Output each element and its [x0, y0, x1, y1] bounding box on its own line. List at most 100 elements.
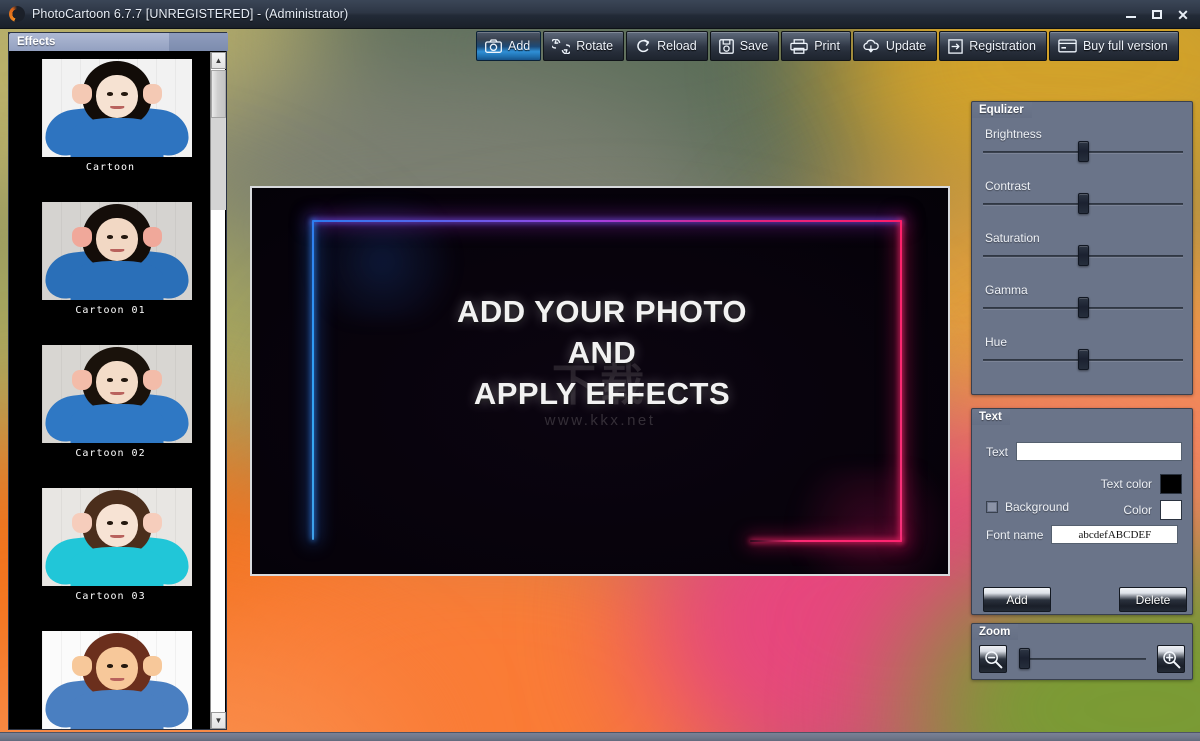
effect-list-item[interactable]: Cartoon 01 [10, 195, 211, 338]
effects-scrollbar[interactable]: ▲ ▼ [210, 52, 225, 729]
application-window: PhotoCartoon 6.7.7 [UNREGISTERED] - (Adm… [0, 0, 1200, 741]
scrollbar-thumb[interactable] [211, 70, 226, 118]
buy-full-version-button-label: Buy full version [1083, 39, 1168, 53]
slider-track-brightness[interactable] [983, 150, 1183, 154]
zoom-slider[interactable] [1016, 657, 1146, 661]
neon-line-bottom [750, 540, 902, 542]
add-button-label: Add [508, 39, 530, 53]
effects-panel-title: Effects [9, 36, 55, 48]
cloud-download-icon [862, 39, 880, 54]
save-button-label: Save [740, 39, 769, 53]
neon-line-left [312, 220, 314, 540]
text-panel: Text Text Text color Background Color Fo… [971, 408, 1193, 615]
add-text-button-label: Add [1006, 593, 1027, 607]
print-button[interactable]: Print [781, 31, 851, 61]
effect-list-item[interactable]: Cartoon 02 [10, 338, 211, 481]
neon-line-top [312, 220, 902, 222]
zoom-in-button[interactable] [1157, 645, 1185, 673]
neon-frame-graphic [252, 188, 948, 574]
printer-icon [790, 39, 808, 54]
text-panel-title: Text [979, 411, 1002, 423]
zoom-panel-header: Zoom [972, 624, 1018, 640]
add-button[interactable]: Add [476, 31, 541, 61]
title-bar: PhotoCartoon 6.7.7 [UNREGISTERED] - (Adm… [0, 0, 1200, 29]
reload-button-label: Reload [657, 39, 697, 53]
effect-thumbnail[interactable] [42, 345, 192, 443]
slider-thumb-gamma[interactable] [1078, 297, 1089, 318]
equalizer-panel: Equlizer BrightnessContrastSaturationGam… [971, 101, 1193, 395]
effect-list-item[interactable]: Cartoon [10, 52, 211, 195]
photocartoon-logo-icon [9, 6, 25, 22]
add-text-button[interactable]: Add [983, 587, 1051, 612]
background-checkbox-row: Background [986, 500, 1086, 514]
background-checkbox[interactable] [986, 501, 998, 513]
magnifier-plus-icon [1162, 650, 1181, 669]
close-icon: ✕ [1177, 8, 1189, 22]
effect-list-item[interactable] [10, 624, 211, 729]
floppy-disk-icon [719, 39, 734, 54]
registration-button[interactable]: Registration [939, 31, 1047, 61]
text-input[interactable] [1016, 442, 1182, 461]
save-button[interactable]: Save [710, 31, 780, 61]
text-color-swatch[interactable] [1160, 474, 1182, 494]
main-toolbar: Add Rotate Reload [476, 31, 1179, 61]
slider-track-gamma[interactable] [983, 306, 1183, 310]
scrollbar-track[interactable] [211, 118, 226, 210]
zoom-panel-title: Zoom [979, 626, 1010, 638]
font-name-preview[interactable]: abcdefABCDEF [1051, 525, 1178, 544]
rotate-button[interactable]: Rotate [543, 31, 624, 61]
background-color-row: Color [1088, 500, 1182, 520]
text-input-row: Text [986, 442, 1182, 461]
update-button[interactable]: Update [853, 31, 937, 61]
image-canvas[interactable]: 下载 www.kkx.net ADD YOUR PHOTO AND APPLY … [250, 186, 950, 576]
zoom-slider-track[interactable] [1026, 658, 1146, 660]
rotate-left-icon [552, 39, 570, 54]
background-color-swatch[interactable] [1160, 500, 1182, 520]
reload-button[interactable]: Reload [626, 31, 708, 61]
effect-label: Cartoon 02 [10, 448, 211, 459]
neon-glow-bottomright [772, 468, 950, 576]
status-bar [0, 732, 1200, 741]
print-button-label: Print [814, 39, 840, 53]
neon-line-right [900, 220, 902, 542]
zoom-slider-thumb[interactable] [1019, 648, 1030, 669]
equalizer-panel-header: Equlizer [972, 102, 1032, 118]
buy-full-version-button[interactable]: Buy full version [1049, 31, 1179, 61]
close-button[interactable]: ✕ [1170, 4, 1196, 26]
slider-label-saturation: Saturation [985, 231, 1040, 245]
slider-track-contrast[interactable] [983, 202, 1183, 206]
font-name-row: Font name abcdefABCDEF [986, 525, 1182, 544]
slider-thumb-contrast[interactable] [1078, 193, 1089, 214]
zoom-panel: Zoom [971, 623, 1193, 680]
registration-button-label: Registration [969, 39, 1036, 53]
effect-thumbnail[interactable] [42, 631, 192, 729]
slider-track-hue[interactable] [983, 358, 1183, 362]
text-panel-header: Text [972, 409, 1010, 425]
chevron-down-icon: ▼ [215, 717, 223, 725]
scroll-up-button[interactable]: ▲ [211, 52, 226, 69]
effect-thumbnail[interactable] [42, 488, 192, 586]
update-button-label: Update [886, 39, 926, 53]
maximize-button[interactable] [1144, 4, 1170, 26]
minimize-button[interactable] [1118, 4, 1144, 26]
effects-panel: Effects CartoonCartoon 01Cartoon 02Carto… [8, 32, 227, 730]
delete-text-button[interactable]: Delete [1119, 587, 1187, 612]
slider-thumb-brightness[interactable] [1078, 141, 1089, 162]
slider-thumb-saturation[interactable] [1078, 245, 1089, 266]
effect-thumbnail[interactable] [42, 202, 192, 300]
delete-text-button-label: Delete [1136, 593, 1171, 607]
background-color-label: Color [1123, 503, 1152, 517]
font-name-label: Font name [986, 528, 1043, 542]
scroll-down-button[interactable]: ▼ [211, 712, 226, 729]
window-title: PhotoCartoon 6.7.7 [UNREGISTERED] - (Adm… [32, 7, 348, 21]
effect-thumbnail[interactable] [42, 59, 192, 157]
effects-list[interactable]: Cartoon Cartoon 01 Cartoon 02 Cartoon 03 [10, 52, 211, 729]
zoom-out-button[interactable] [979, 645, 1007, 673]
effect-label: Cartoon 01 [10, 305, 211, 316]
maximize-icon [1152, 10, 1162, 19]
effect-list-item[interactable]: Cartoon 03 [10, 481, 211, 624]
effects-header-filler [169, 33, 228, 51]
slider-thumb-hue[interactable] [1078, 349, 1089, 370]
slider-track-saturation[interactable] [983, 254, 1183, 258]
effect-label: Cartoon 03 [10, 591, 211, 602]
